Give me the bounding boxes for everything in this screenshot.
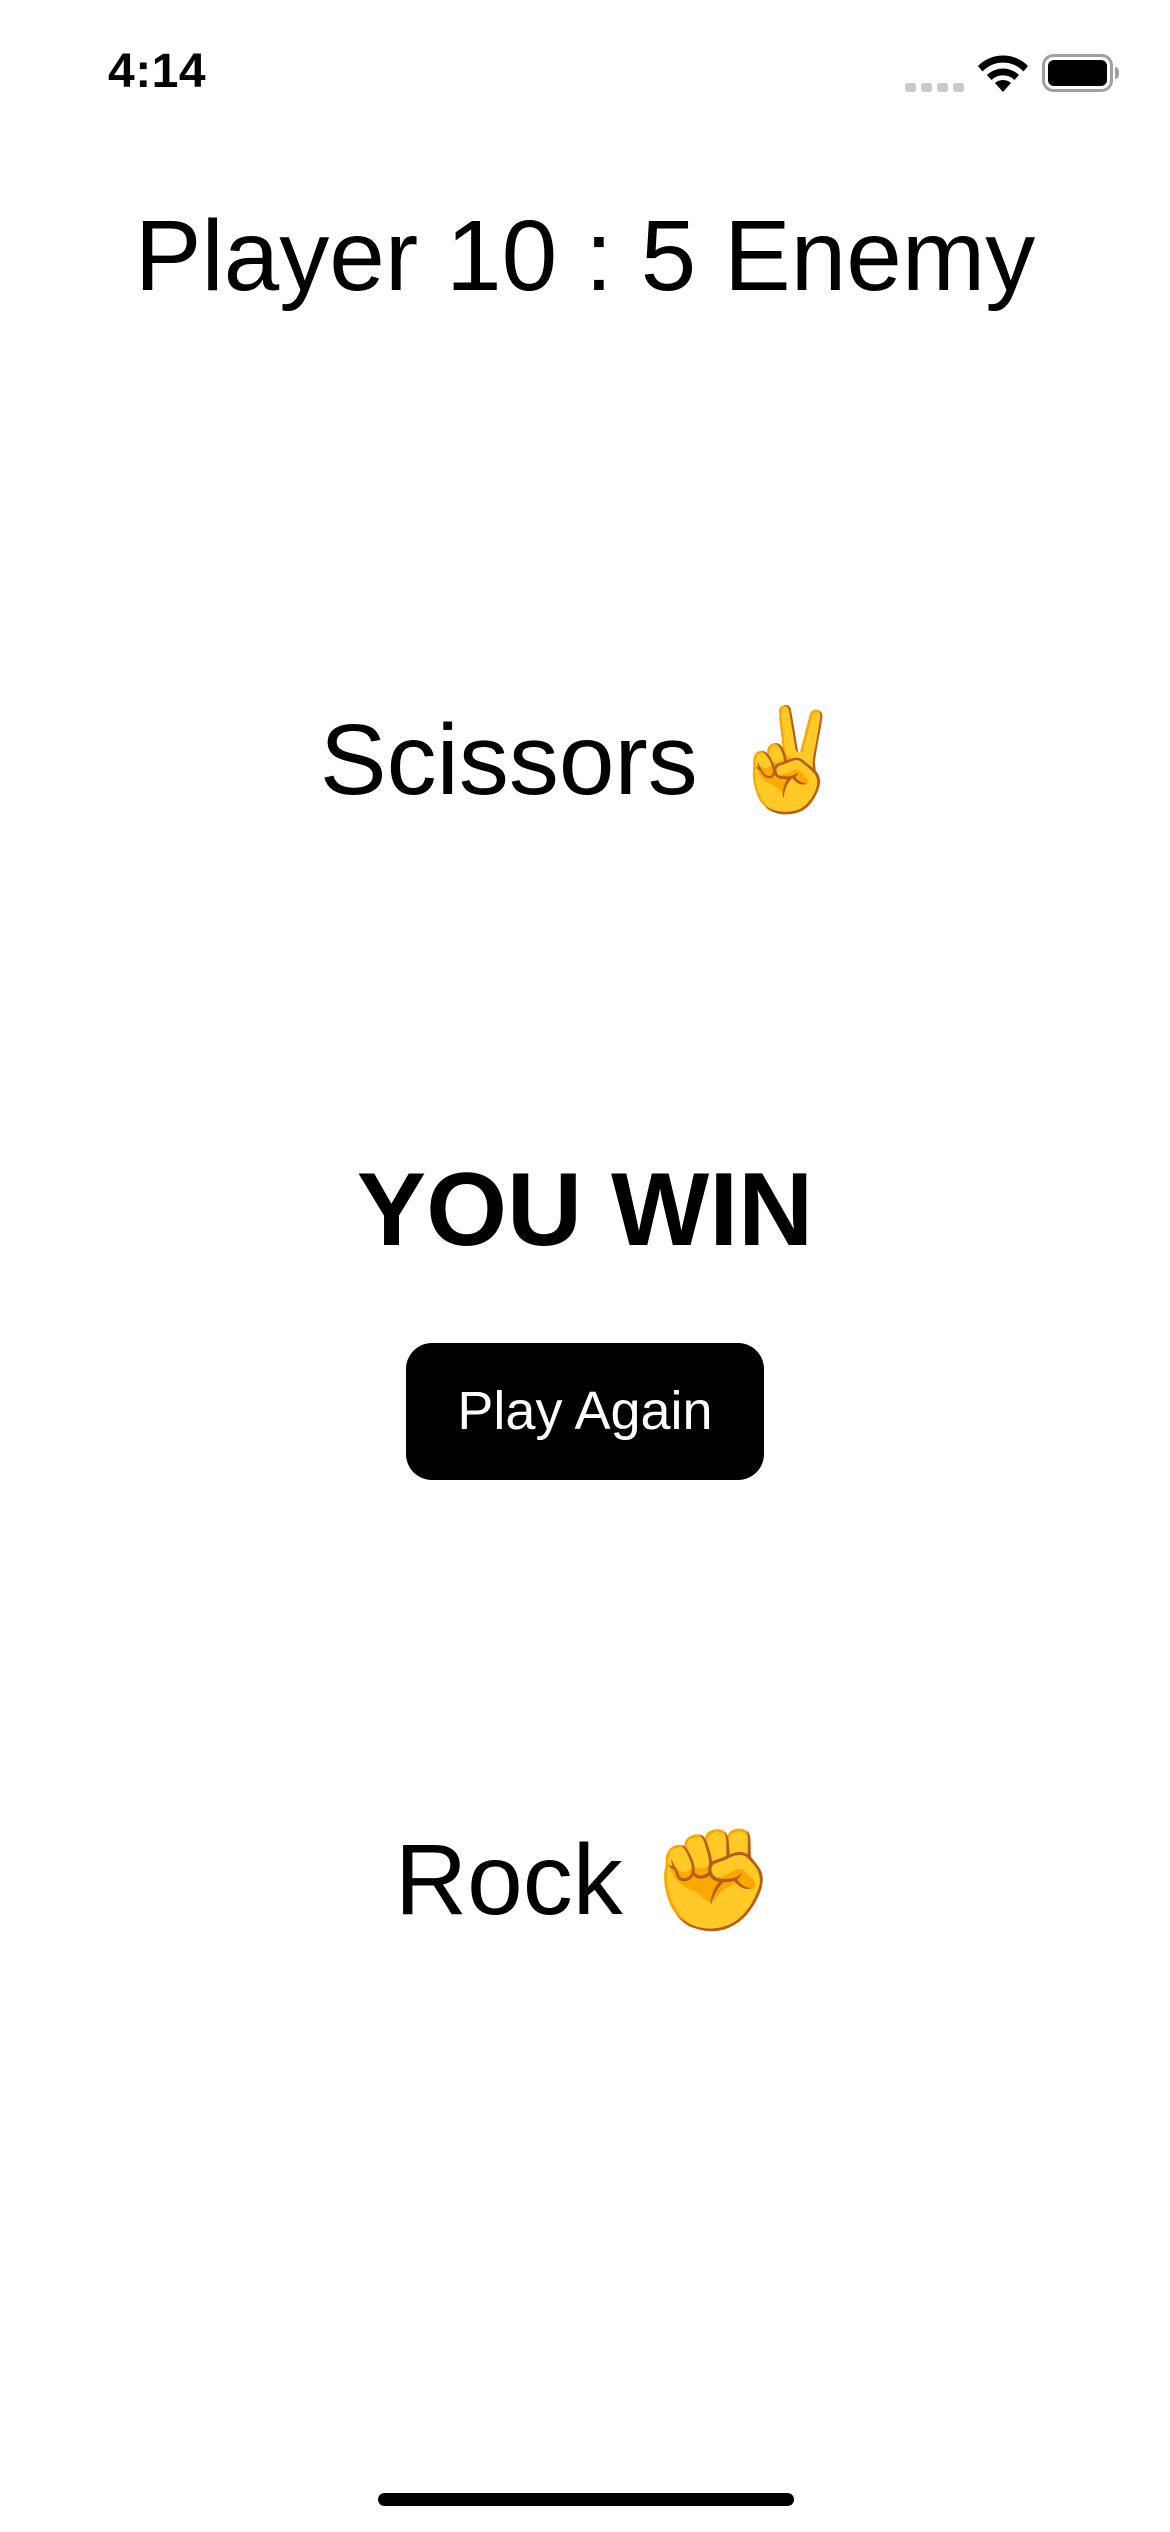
status-time: 4:14 bbox=[108, 45, 207, 98]
score-label: Player 10 : 5 Enemy bbox=[134, 200, 1036, 312]
home-indicator[interactable] bbox=[378, 2493, 794, 2506]
status-bar: 4:14 bbox=[0, 0, 1170, 150]
cellular-signal-icon bbox=[905, 83, 964, 92]
enemy-move-label: Scissors ✌️ bbox=[319, 704, 851, 816]
battery-icon bbox=[1042, 54, 1119, 92]
play-again-button[interactable]: Play Again bbox=[406, 1343, 764, 1480]
player-move-label: Rock ✊ bbox=[394, 1824, 776, 1936]
wifi-icon bbox=[978, 55, 1028, 92]
result-label: YOU WIN bbox=[356, 1152, 814, 1268]
